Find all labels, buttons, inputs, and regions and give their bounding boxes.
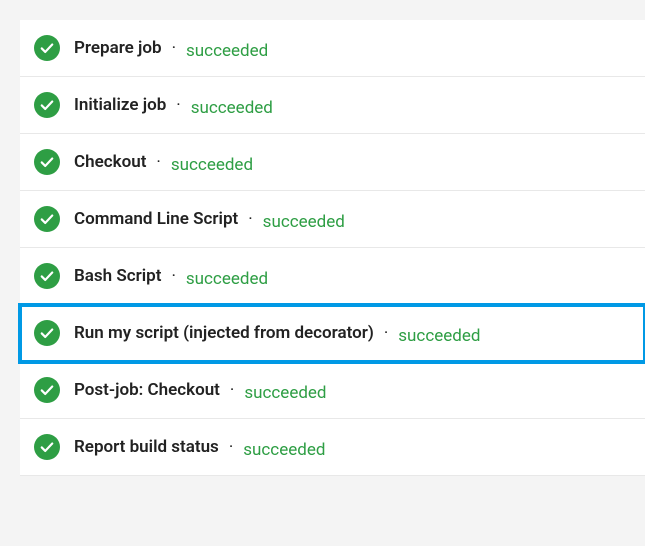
- success-check-icon: [34, 206, 60, 232]
- step-label: Checkout: [74, 152, 146, 172]
- step-row-checkout[interactable]: Checkout · succeeded: [20, 134, 645, 191]
- step-row-report-build-status[interactable]: Report build status · succeeded: [20, 419, 645, 476]
- step-row-prepare-job[interactable]: Prepare job · succeeded: [20, 20, 645, 77]
- success-check-icon: [34, 35, 60, 61]
- success-check-icon: [34, 149, 60, 175]
- separator-dot: ·: [384, 323, 388, 343]
- step-row-initialize-job[interactable]: Initialize job · succeeded: [20, 77, 645, 134]
- step-label: Initialize job: [74, 95, 166, 115]
- status-badge: succeeded: [243, 440, 325, 460]
- step-label: Bash Script: [74, 266, 161, 286]
- success-check-icon: [34, 263, 60, 289]
- success-check-icon: [34, 320, 60, 346]
- status-badge: succeeded: [186, 269, 268, 289]
- step-row-run-my-script[interactable]: Run my script (injected from decorator) …: [20, 305, 645, 362]
- separator-dot: ·: [156, 152, 160, 172]
- step-row-bash-script[interactable]: Bash Script · succeeded: [20, 248, 645, 305]
- status-badge: succeeded: [186, 41, 268, 61]
- step-row-post-job-checkout[interactable]: Post-job: Checkout · succeeded: [20, 362, 645, 419]
- separator-dot: ·: [171, 266, 175, 286]
- separator-dot: ·: [172, 38, 176, 58]
- pipeline-steps-list: Prepare job · succeeded Initialize job ·…: [20, 20, 645, 476]
- status-badge: succeeded: [244, 383, 326, 403]
- separator-dot: ·: [176, 95, 180, 115]
- success-check-icon: [34, 92, 60, 118]
- status-badge: succeeded: [398, 326, 480, 346]
- step-label: Run my script (injected from decorator): [74, 323, 374, 343]
- success-check-icon: [34, 377, 60, 403]
- step-label: Command Line Script: [74, 209, 238, 229]
- step-row-command-line-script[interactable]: Command Line Script · succeeded: [20, 191, 645, 248]
- success-check-icon: [34, 434, 60, 460]
- status-badge: succeeded: [191, 98, 273, 118]
- step-label: Prepare job: [74, 38, 162, 58]
- separator-dot: ·: [229, 437, 233, 457]
- separator-dot: ·: [230, 380, 234, 400]
- step-label: Post-job: Checkout: [74, 380, 220, 400]
- separator-dot: ·: [248, 209, 252, 229]
- step-label: Report build status: [74, 437, 219, 457]
- status-badge: succeeded: [171, 155, 253, 175]
- status-badge: succeeded: [263, 212, 345, 232]
